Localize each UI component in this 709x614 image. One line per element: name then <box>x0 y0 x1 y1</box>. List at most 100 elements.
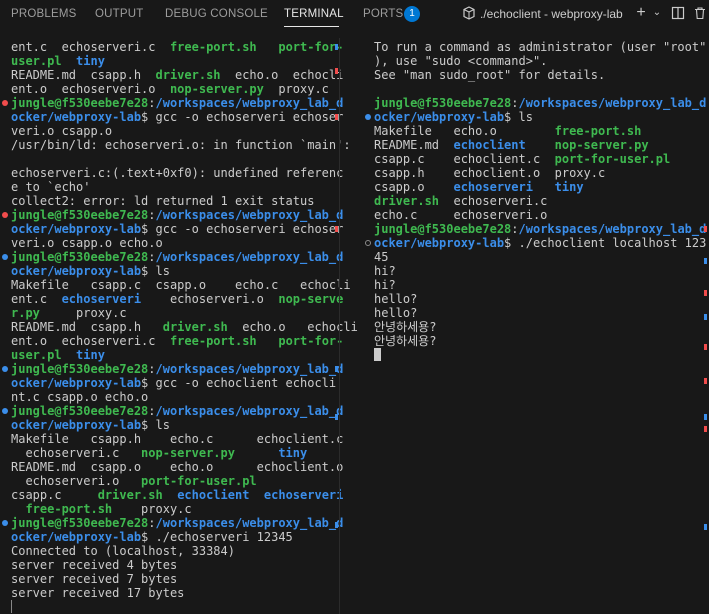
terminal-line: jungle@f530eebe7e28:/workspaces/webproxy… <box>2 250 343 264</box>
output-text: README.md csapp.h <box>11 320 163 334</box>
output-text: collect2: error: ld returned 1 exit stat… <box>11 194 315 208</box>
terminal-line: ocker/webproxy-lab$ gcc -o echoclient ec… <box>11 376 336 390</box>
terminal-line: jungle@f530eebe7e28:/workspaces/webproxy… <box>2 96 343 110</box>
terminal-pane-right[interactable]: To run a command as administrator (user … <box>365 40 706 362</box>
terminal-line: ent.c echoserveri echoserveri.o nop-serv… <box>11 292 343 306</box>
path-or-dir-text: /workspaces/webproxy_lab_d <box>155 362 344 376</box>
terminal-title[interactable]: ./echoclient - webproxy-lab <box>480 7 623 21</box>
output-text: Makefile csapp.c csapp.o echo.c echocli <box>11 278 351 292</box>
path-or-dir-text: tiny <box>554 180 584 194</box>
command-success-decoration-icon[interactable] <box>2 408 8 414</box>
terminal-line: 안녕하세용? <box>374 334 700 348</box>
tab-ports[interactable]: PORTS <box>363 8 403 20</box>
command-success-decoration-icon[interactable] <box>2 366 8 372</box>
prompt-user-text: free-port.sh <box>554 124 642 138</box>
tab-output[interactable]: OUTPUT <box>95 8 143 20</box>
command-success-decoration-icon[interactable] <box>365 114 371 120</box>
path-or-dir-text: echoserveri <box>453 180 533 194</box>
path-or-dir-text: /workspaces/webproxy_lab_d <box>518 222 707 236</box>
output-text: e to `echo' <box>11 180 91 194</box>
terminal-line: jungle@f530eebe7e28:/workspaces/webproxy… <box>374 96 706 110</box>
prompt-user-text: jungle@f530eebe7e28 <box>11 96 149 110</box>
tab-debug-console[interactable]: DEBUG CONSOLE <box>165 8 268 20</box>
output-text: hi? <box>374 278 396 292</box>
terminal-pane-left[interactable]: ent.c echoserveri.c free-port.sh port-fo… <box>2 40 358 614</box>
terminal-line: README.md csapp.o echo.o echoclient.o <box>11 460 343 474</box>
output-text: echoserveri.o <box>11 474 142 488</box>
active-tab-indicator <box>284 26 339 27</box>
output-text: $ ls <box>141 418 170 432</box>
terminal-line: 안녕하세용? <box>374 320 700 334</box>
command-success-decoration-icon[interactable] <box>2 520 8 526</box>
terminal-line: jungle@f530eebe7e28:/workspaces/webproxy… <box>374 222 706 236</box>
output-text: To run a command as administrator (user … <box>374 40 707 54</box>
prompt-user-text: jungle@f530eebe7e28 <box>374 96 512 110</box>
output-text: : <box>148 96 156 110</box>
terminal-line: driver.sh echoserveri.c <box>374 194 700 208</box>
command-running-decoration-icon[interactable] <box>365 240 371 246</box>
output-text: echoserveri.c:(.text+0xf0): undefined re… <box>11 166 344 180</box>
prompt-user-text: user.pl <box>11 54 62 68</box>
output-text: 45 <box>374 250 389 264</box>
new-terminal-plus-icon[interactable]: + <box>634 5 648 21</box>
split-terminal-icon[interactable] <box>671 6 685 20</box>
terminal-line: e to `echo' <box>11 180 333 194</box>
output-text: Makefile csapp.h echo.c echoclient.c <box>11 432 344 446</box>
output-text: ent.c <box>11 292 62 306</box>
path-or-dir-text: echoserveri <box>263 488 344 502</box>
terminal-line: user.pl tiny <box>11 348 333 362</box>
output-text: csapp.c echoclient.c <box>374 152 555 166</box>
command-error-decoration-icon[interactable] <box>2 212 8 218</box>
terminal-line: server received 17 bytes <box>11 586 333 600</box>
output-text: server received 4 bytes <box>11 558 178 572</box>
prompt-user-text: nop-server.py <box>141 446 235 460</box>
output-text: : <box>148 404 156 418</box>
path-or-dir-text: echoserveri <box>61 292 142 306</box>
path-or-dir-text: /workspaces/webproxy_lab_d <box>155 96 344 110</box>
output-text: $ ls <box>141 264 170 278</box>
terminal-line: To run a command as administrator (user … <box>374 40 706 54</box>
terminal-line: hi? <box>374 264 700 278</box>
terminal-line: ocker/webproxy-lab$ ./echoserveri 12345 <box>11 530 333 544</box>
output-text: echoserveri.o <box>141 292 279 306</box>
pane-split-divider[interactable] <box>339 38 340 614</box>
terminal-line: echoserveri.c:(.text+0xf0): undefined re… <box>11 166 343 180</box>
terminal-line: veri.o csapp.o <box>11 124 333 138</box>
output-text: ent.o echoserveri.o <box>11 82 170 96</box>
command-success-decoration-icon[interactable] <box>2 254 8 260</box>
tab-terminal[interactable]: TERMINAL <box>284 8 344 20</box>
path-or-dir-text: ocker/webproxy-lab <box>11 418 142 432</box>
terminal-line: r.py proxy.c <box>11 306 333 320</box>
terminal-line: Connected to (localhost, 33384) <box>11 544 333 558</box>
terminal-line: Makefile csapp.c csapp.o echo.c echocli <box>11 278 351 292</box>
terminal-line: hello? <box>374 306 700 320</box>
terminal-cursor <box>11 600 12 613</box>
output-text: proxy.c <box>39 306 127 320</box>
output-text: ), use "sudo <command>". <box>374 54 548 68</box>
output-text: hello? <box>374 292 418 306</box>
terminal-dropdown-chevron-icon[interactable]: ⌄ <box>650 6 664 20</box>
ports-count-badge: 1 <box>404 6 420 22</box>
path-or-dir-text: /workspaces/webproxy_lab_d <box>155 250 344 264</box>
prompt-user-text: user.pl <box>11 348 62 362</box>
path-or-dir-text: ocker/webproxy-lab <box>11 376 142 390</box>
terminal-line: veri.o csapp.o echo.o <box>11 236 333 250</box>
prompt-user-text: r.py <box>11 306 40 320</box>
terminal-line: /usr/bin/ld: echoserveri.o: in function … <box>11 138 351 152</box>
kill-terminal-trash-icon[interactable] <box>693 6 707 20</box>
right-pane-scrollbar-gutter[interactable] <box>702 38 708 614</box>
terminal-line: ocker/webproxy-lab$ ls <box>11 418 333 432</box>
command-error-decoration-icon[interactable] <box>2 100 8 106</box>
prompt-user-text: driver.sh <box>97 488 163 502</box>
output-text: ent.c echoserveri.c <box>11 40 170 54</box>
terminal-line: csapp.o echoserveri tiny <box>374 180 700 194</box>
tab-problems[interactable]: PROBLEMS <box>11 8 77 20</box>
output-text: $ ls <box>504 110 533 124</box>
